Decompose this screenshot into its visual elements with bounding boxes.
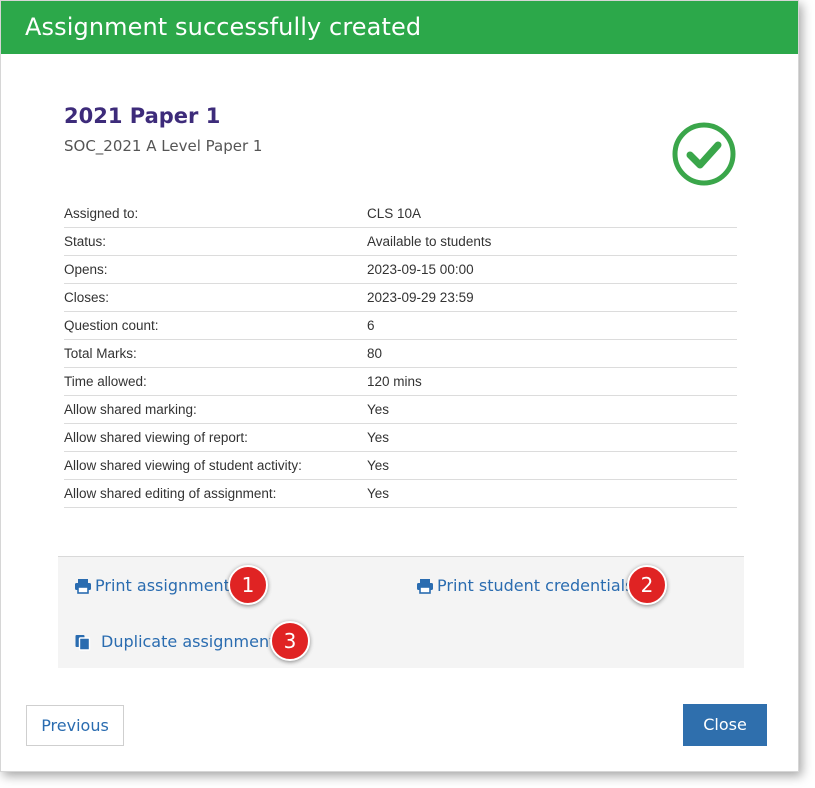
detail-row-time-allowed: Time allowed: 120 mins: [64, 368, 737, 396]
detail-row-closes: Closes: 2023-09-29 23:59: [64, 284, 737, 312]
detail-row-shared-marking: Allow shared marking: Yes: [64, 396, 737, 424]
step-badge-2: 2: [627, 565, 667, 605]
detail-row-shared-report: Allow shared viewing of report: Yes: [64, 424, 737, 452]
detail-row-assigned-to: Assigned to: CLS 10A: [64, 200, 737, 228]
detail-value: 80: [367, 346, 383, 361]
detail-row-shared-activity: Allow shared viewing of student activity…: [64, 452, 737, 480]
copy-icon: [75, 634, 91, 651]
detail-label: Allow shared viewing of report:: [64, 430, 248, 445]
duplicate-assignment-label: Duplicate assignment: [101, 632, 276, 651]
duplicate-assignment-link[interactable]: Duplicate assignment: [74, 632, 275, 651]
printer-icon: [417, 578, 433, 594]
close-button[interactable]: Close: [683, 704, 767, 746]
detail-value: Available to students: [367, 234, 492, 249]
assignment-subtitle: SOC_2021 A Level Paper 1: [64, 137, 263, 155]
detail-value: Yes: [367, 486, 390, 501]
detail-label: Allow shared viewing of student activity…: [64, 458, 302, 473]
step-badge-3: 3: [270, 621, 310, 661]
assignment-created-dialog: Assignment successfully created 2021 Pap…: [0, 0, 799, 772]
detail-label: Assigned to:: [64, 206, 139, 221]
print-credentials-label: Print student credentials: [437, 576, 634, 595]
print-assignment-label: Print assignment: [95, 576, 230, 595]
step-badge-1: 1: [228, 565, 268, 605]
detail-row-shared-editing: Allow shared editing of assignment: Yes: [64, 480, 737, 508]
detail-label: Time allowed:: [64, 374, 147, 389]
detail-value: Yes: [367, 458, 390, 473]
detail-label: Question count:: [64, 318, 159, 333]
actions-panel: Print assignment 1 Print student credent…: [58, 556, 744, 668]
print-student-credentials-link[interactable]: Print student credentials: [416, 576, 633, 595]
detail-row-status: Status: Available to students: [64, 228, 737, 256]
detail-value: CLS 10A: [367, 206, 422, 221]
detail-value: 2023-09-15 00:00: [367, 262, 474, 277]
assignment-details-table: Assigned to: CLS 10A Status: Available t…: [64, 200, 737, 508]
detail-row-total-marks: Total Marks: 80: [64, 340, 737, 368]
detail-value: 2023-09-29 23:59: [367, 290, 474, 305]
printer-icon: [75, 578, 91, 594]
detail-value: 6: [367, 318, 375, 333]
detail-value: 120 mins: [367, 374, 422, 389]
success-check-icon: [672, 122, 736, 186]
detail-value: Yes: [367, 402, 390, 417]
detail-label: Allow shared editing of assignment:: [64, 486, 277, 501]
print-assignment-link[interactable]: Print assignment: [74, 576, 230, 595]
detail-label: Closes:: [64, 290, 110, 305]
detail-row-question-count: Question count: 6: [64, 312, 737, 340]
detail-label: Total Marks:: [64, 346, 137, 361]
detail-value: Yes: [367, 430, 390, 445]
detail-label: Status:: [64, 234, 107, 249]
dialog-header: Assignment successfully created: [1, 1, 798, 54]
detail-label: Allow shared marking:: [64, 402, 197, 417]
assignment-title: 2021 Paper 1: [64, 104, 221, 128]
detail-row-opens: Opens: 2023-09-15 00:00: [64, 256, 737, 284]
detail-label: Opens:: [64, 262, 108, 277]
previous-button[interactable]: Previous: [26, 705, 124, 746]
